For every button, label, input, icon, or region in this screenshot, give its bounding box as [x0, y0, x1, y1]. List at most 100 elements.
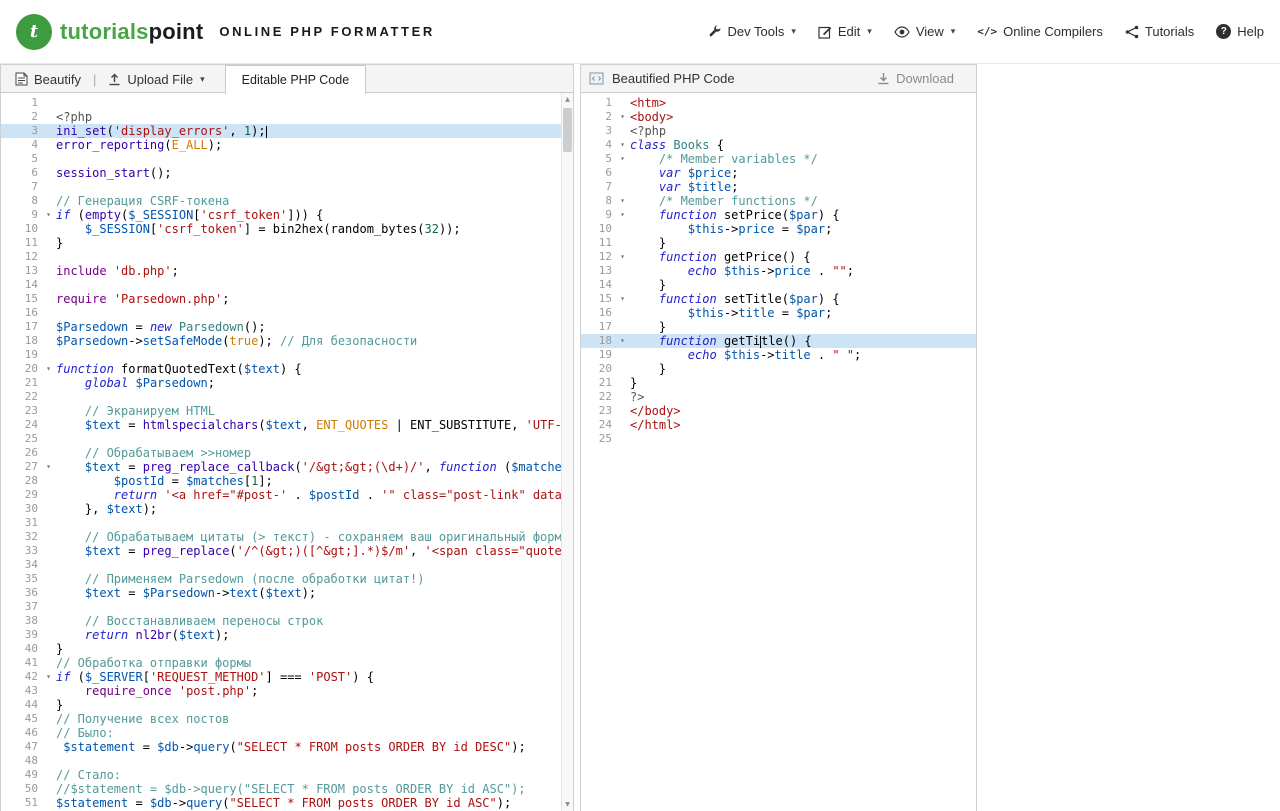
- code-line[interactable]: 18▾ function getTitle() {: [581, 334, 976, 348]
- fold-marker[interactable]: ▾: [41, 208, 56, 222]
- menu-item-edit[interactable]: Edit ▾: [818, 24, 872, 39]
- code-line[interactable]: 20▾function formatQuotedText($text) {: [1, 362, 573, 376]
- code-line[interactable]: 3ini_set('display_errors', 1);: [1, 124, 573, 138]
- fold-marker[interactable]: ▾: [41, 460, 56, 474]
- code-line[interactable]: 4▾class Books {: [581, 138, 976, 152]
- code-line[interactable]: 16 $this->title = $par;: [581, 306, 976, 320]
- code-line[interactable]: 24</html>: [581, 418, 976, 432]
- code-line[interactable]: 16: [1, 306, 573, 320]
- code-line[interactable]: 26 // Обрабатываем >>номер: [1, 446, 573, 460]
- code-line[interactable]: 23 // Экранируем HTML: [1, 404, 573, 418]
- code-line[interactable]: 1: [1, 96, 573, 110]
- code-line[interactable]: 36 $text = $Parsedown->text($text);: [1, 586, 573, 600]
- code-line[interactable]: 11}: [1, 236, 573, 250]
- scroll-down-button[interactable]: ▼: [562, 798, 573, 811]
- code-line[interactable]: 17 }: [581, 320, 976, 334]
- code-line[interactable]: 15▾ function setTitle($par) {: [581, 292, 976, 306]
- code-line[interactable]: 19 echo $this->title . " ";: [581, 348, 976, 362]
- code-line[interactable]: 12▾ function getPrice() {: [581, 250, 976, 264]
- code-line[interactable]: 6 var $price;: [581, 166, 976, 180]
- code-line[interactable]: 22: [1, 390, 573, 404]
- scrollbar-thumb[interactable]: [563, 108, 572, 152]
- code-line[interactable]: 10 $this->price = $par;: [581, 222, 976, 236]
- code-line[interactable]: 8▾ /* Member functions */: [581, 194, 976, 208]
- code-line[interactable]: 44}: [1, 698, 573, 712]
- beautified-php-code-editor[interactable]: 1<htm>2▾<body>3<?php4▾class Books {5▾ /*…: [581, 93, 976, 811]
- code-line[interactable]: 7 var $title;: [581, 180, 976, 194]
- code-line[interactable]: 13 echo $this->price . "";: [581, 264, 976, 278]
- code-line[interactable]: 47 $statement = $db->query("SELECT * FRO…: [1, 740, 573, 754]
- code-line[interactable]: 18$Parsedown->setSafeMode(true); // Для …: [1, 334, 573, 348]
- code-line[interactable]: 30 }, $text);: [1, 502, 573, 516]
- code-line[interactable]: 22?>: [581, 390, 976, 404]
- code-line[interactable]: 50//$statement = $db->query("SELECT * FR…: [1, 782, 573, 796]
- code-line[interactable]: 23</body>: [581, 404, 976, 418]
- code-line[interactable]: 28 $postId = $matches[1];: [1, 474, 573, 488]
- code-line[interactable]: 25: [581, 432, 976, 446]
- fold-marker[interactable]: ▾: [615, 194, 630, 208]
- download-button[interactable]: Download: [877, 65, 954, 93]
- menu-item-dev-tools[interactable]: Dev Tools ▾: [708, 24, 796, 39]
- code-line[interactable]: 15require 'Parsedown.php';: [1, 292, 573, 306]
- upload-file-button[interactable]: Upload File ▾: [100, 65, 212, 93]
- code-line[interactable]: 37: [1, 600, 573, 614]
- code-line[interactable]: 5: [1, 152, 573, 166]
- code-line[interactable]: 45// Получение всех постов: [1, 712, 573, 726]
- fold-marker[interactable]: ▾: [615, 250, 630, 264]
- code-line[interactable]: 21}: [581, 376, 976, 390]
- code-line[interactable]: 14 }: [581, 278, 976, 292]
- code-line[interactable]: 39 return nl2br($text);: [1, 628, 573, 642]
- code-line[interactable]: 6session_start();: [1, 166, 573, 180]
- code-line[interactable]: 13include 'db.php';: [1, 264, 573, 278]
- code-line[interactable]: 4error_reporting(E_ALL);: [1, 138, 573, 152]
- code-line[interactable]: 17$Parsedown = new Parsedown();: [1, 320, 573, 334]
- code-line[interactable]: 21 global $Parsedown;: [1, 376, 573, 390]
- code-line[interactable]: 24 $text = htmlspecialchars($text, ENT_Q…: [1, 418, 573, 432]
- code-line[interactable]: 3<?php: [581, 124, 976, 138]
- fold-marker[interactable]: ▾: [41, 362, 56, 376]
- menu-item-tutorials[interactable]: Tutorials: [1125, 24, 1194, 39]
- tutorialspoint-logo[interactable]: t tutorialspoint: [16, 14, 203, 50]
- code-line[interactable]: 35 // Применяем Parsedown (после обработ…: [1, 572, 573, 586]
- tab-editable-php-code[interactable]: Editable PHP Code: [225, 65, 366, 94]
- fold-marker[interactable]: ▾: [615, 152, 630, 166]
- code-line[interactable]: 1<htm>: [581, 96, 976, 110]
- code-line[interactable]: 19: [1, 348, 573, 362]
- menu-item-online-compilers[interactable]: </> Online Compilers: [977, 24, 1103, 39]
- code-line[interactable]: 51$statement = $db->query("SELECT * FROM…: [1, 796, 573, 810]
- fold-marker[interactable]: ▾: [615, 208, 630, 222]
- fold-marker[interactable]: ▾: [615, 138, 630, 152]
- editable-php-code-editor[interactable]: ▲ ▼ 12<?php3ini_set('display_errors', 1)…: [1, 93, 573, 811]
- code-line[interactable]: 12: [1, 250, 573, 264]
- code-line[interactable]: 10 $_SESSION['csrf_token'] = bin2hex(ran…: [1, 222, 573, 236]
- code-line[interactable]: 43 require_once 'post.php';: [1, 684, 573, 698]
- code-line[interactable]: 46// Было:: [1, 726, 573, 740]
- code-line[interactable]: 14: [1, 278, 573, 292]
- code-line[interactable]: 49// Стало:: [1, 768, 573, 782]
- fold-marker[interactable]: ▾: [615, 110, 630, 124]
- menu-item-help[interactable]: ? Help: [1216, 24, 1264, 39]
- code-line[interactable]: 33 $text = preg_replace('/^(&gt;)([^&gt;…: [1, 544, 573, 558]
- code-line[interactable]: 34: [1, 558, 573, 572]
- fold-marker[interactable]: ▾: [41, 670, 56, 684]
- code-line[interactable]: 9▾ function setPrice($par) {: [581, 208, 976, 222]
- code-line[interactable]: 9▾if (empty($_SESSION['csrf_token'])) {: [1, 208, 573, 222]
- code-line[interactable]: 32 // Обрабатываем цитаты (> текст) - со…: [1, 530, 573, 544]
- code-line[interactable]: 2<?php: [1, 110, 573, 124]
- code-line[interactable]: 41// Обработка отправки формы: [1, 656, 573, 670]
- editor-scrollbar[interactable]: ▲ ▼: [561, 93, 573, 811]
- code-line[interactable]: 40}: [1, 642, 573, 656]
- code-line[interactable]: 29 return '<a href="#post-' . $postId . …: [1, 488, 573, 502]
- scroll-up-button[interactable]: ▲: [562, 93, 573, 106]
- fold-marker[interactable]: ▾: [615, 334, 630, 348]
- fold-marker[interactable]: ▾: [615, 292, 630, 306]
- code-line[interactable]: 5▾ /* Member variables */: [581, 152, 976, 166]
- code-line[interactable]: 7: [1, 180, 573, 194]
- code-line[interactable]: 38 // Восстанавливаем переносы строк: [1, 614, 573, 628]
- code-line[interactable]: 48: [1, 754, 573, 768]
- code-line[interactable]: 25: [1, 432, 573, 446]
- code-line[interactable]: 2▾<body>: [581, 110, 976, 124]
- code-line[interactable]: 27▾ $text = preg_replace_callback('/&gt;…: [1, 460, 573, 474]
- menu-item-view[interactable]: View ▾: [894, 24, 955, 39]
- code-line[interactable]: 42▾if ($_SERVER['REQUEST_METHOD'] === 'P…: [1, 670, 573, 684]
